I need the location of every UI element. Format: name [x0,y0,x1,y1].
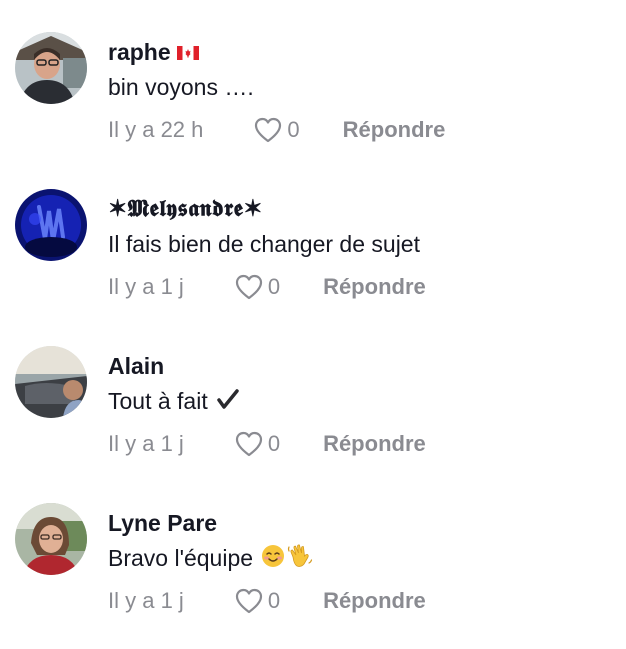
comment-text: Tout à fait [108,386,240,418]
canada-flag-icon [176,38,199,66]
comment-item: ✶𝕸𝖊𝖑𝖞𝖘𝖆𝖓𝖉𝖗𝖊✶ Il fais bien de changer de … [0,189,626,335]
reply-button[interactable]: Répondre [323,431,426,457]
waving-hand-icon [287,543,313,576]
avatar-photo-raphe [15,32,87,104]
comment-username[interactable]: Alain [108,352,164,380]
like-count: 0 [287,117,300,142]
comment-item: Alain Tout à fait Il y a 1 j 0 Répondre [0,346,626,492]
heart-icon [235,274,262,300]
comment-username[interactable]: raphe [108,38,199,66]
like-button[interactable]: 0 [234,273,280,301]
like-button[interactable]: 0 [253,116,300,144]
avatar-photo-alain [15,346,87,418]
comment-meta: Il y a 1 j 0 Répondre [108,271,426,303]
avatar[interactable] [15,32,87,104]
comment-meta: Il y a 1 j 0 Répondre [108,428,426,460]
comment-meta: Il y a 1 j 0 Répondre [108,585,426,617]
like-count: 0 [267,431,281,456]
like-count: 0 [267,588,281,613]
comment-time: Il y a 1 j [108,274,184,299]
comment-time: Il y a 22 h [108,117,204,142]
comment-username[interactable]: ✶𝕸𝖊𝖑𝖞𝖘𝖆𝖓𝖉𝖗𝖊✶ [108,195,263,223]
comment-text: bin voyons …. [108,74,254,100]
heart-icon [255,117,282,143]
comment-text: Il fais bien de changer de sujet [108,231,420,257]
avatar-photo-lyne-pare [15,503,87,575]
comment-item: raphe bin voyons …. Il y a 22 h 0 Répond… [0,32,626,178]
avatar[interactable] [15,189,87,261]
comment-list: raphe bin voyons …. Il y a 22 h 0 Répond… [0,0,626,646]
heart-icon [235,588,262,614]
like-button[interactable]: 0 [234,430,280,458]
avatar[interactable] [15,346,87,418]
smiling-face-icon [261,544,285,575]
comment-text: Bravo l'équipe [108,543,313,576]
like-count: 0 [267,274,281,299]
heart-icon [235,431,262,457]
comment-meta: Il y a 22 h 0 Répondre [108,114,445,146]
comment-time: Il y a 1 j [108,431,184,456]
like-button[interactable]: 0 [234,587,280,615]
reply-button[interactable]: Répondre [343,117,446,143]
comment-time: Il y a 1 j [108,588,184,613]
reply-button[interactable]: Répondre [323,588,426,614]
comment-username[interactable]: Lyne Pare [108,509,217,537]
username-text: raphe [108,39,171,65]
check-mark-icon [216,387,240,418]
avatar[interactable] [15,503,87,575]
comment-text-content: Tout à fait [108,388,208,414]
comment-text-content: Bravo l'équipe [108,545,254,571]
avatar-photo-melysandre [15,189,87,261]
reply-button[interactable]: Répondre [323,274,426,300]
comment-item: Lyne Pare Bravo l'équipe Il y a 1 j 0 Ré… [0,503,626,649]
